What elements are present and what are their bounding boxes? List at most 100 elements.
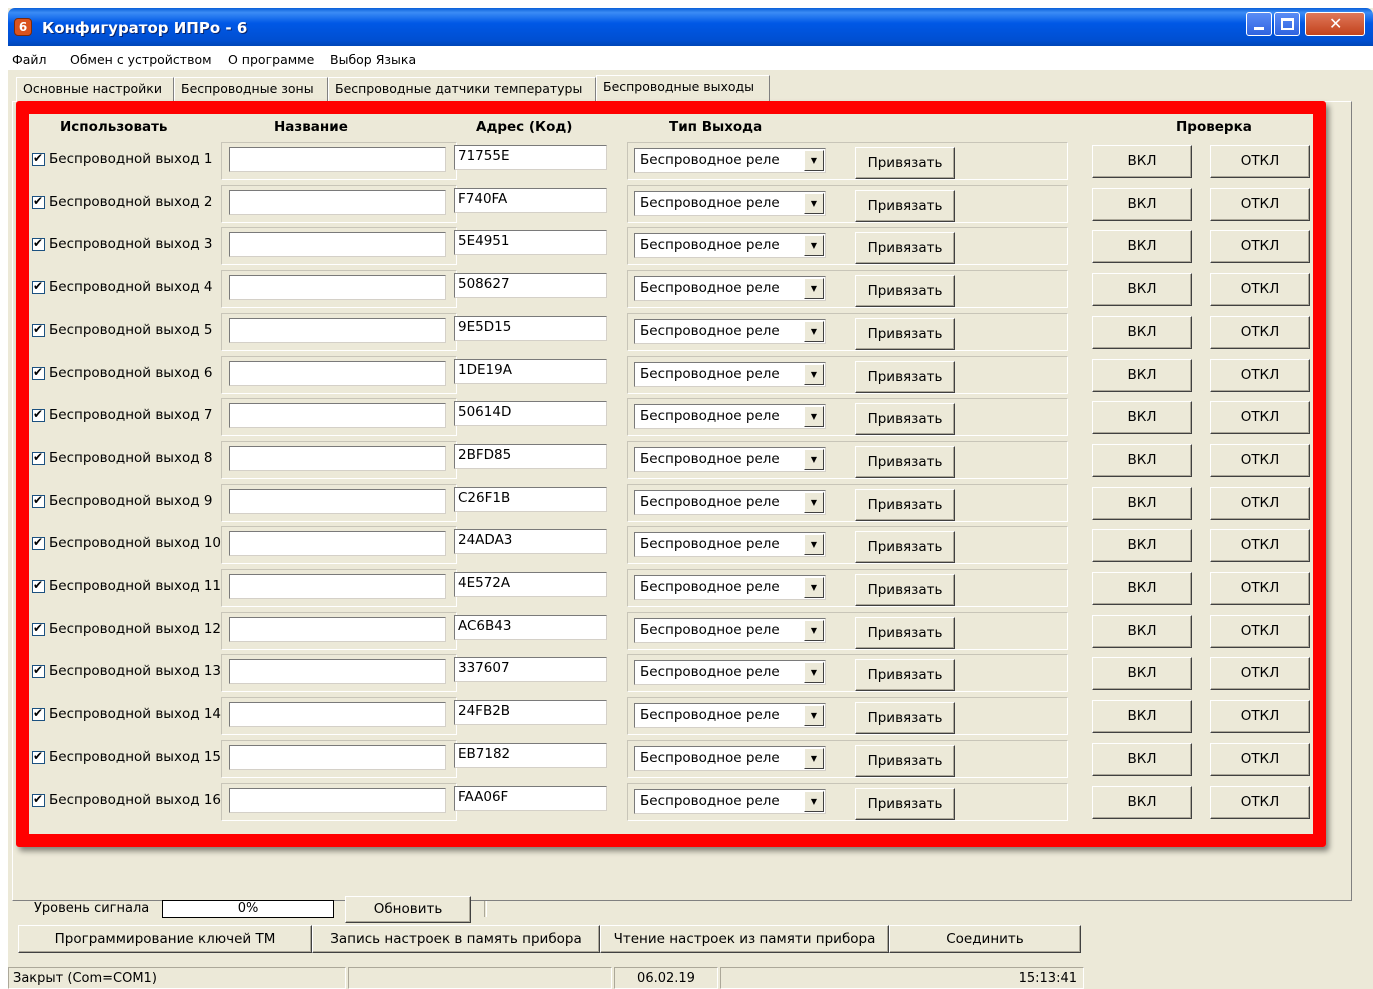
- use-checkbox[interactable]: [32, 663, 45, 678]
- test-off-button[interactable]: ОТКЛ: [1210, 700, 1310, 733]
- output-type-select[interactable]: Беспроводное реле ▼: [634, 404, 826, 429]
- bind-button[interactable]: Привязать: [855, 574, 955, 606]
- test-on-button[interactable]: ВКЛ: [1092, 273, 1192, 306]
- bind-button[interactable]: Привязать: [855, 275, 955, 307]
- dropdown-arrow-icon[interactable]: ▼: [804, 662, 824, 683]
- bind-button[interactable]: Привязать: [855, 788, 955, 820]
- address-input[interactable]: EB7182: [454, 743, 607, 768]
- output-type-select[interactable]: Беспроводное реле ▼: [634, 746, 826, 771]
- use-checkbox[interactable]: [32, 578, 45, 593]
- test-off-button[interactable]: ОТКЛ: [1210, 359, 1310, 392]
- test-off-button[interactable]: ОТКЛ: [1210, 444, 1310, 477]
- output-type-select[interactable]: Беспроводное реле ▼: [634, 276, 826, 301]
- test-off-button[interactable]: ОТКЛ: [1210, 188, 1310, 221]
- test-off-button[interactable]: ОТКЛ: [1210, 401, 1310, 434]
- name-input[interactable]: [229, 232, 446, 257]
- dropdown-arrow-icon[interactable]: ▼: [804, 705, 824, 726]
- output-type-select[interactable]: Беспроводное реле ▼: [634, 490, 826, 515]
- test-off-button[interactable]: ОТКЛ: [1210, 572, 1310, 605]
- test-off-button[interactable]: ОТКЛ: [1210, 230, 1310, 263]
- bind-button[interactable]: Привязать: [855, 446, 955, 478]
- use-checkbox[interactable]: [32, 535, 45, 550]
- output-type-select[interactable]: Беспроводное реле ▼: [634, 660, 826, 685]
- address-input[interactable]: 24FB2B: [454, 700, 607, 725]
- dropdown-arrow-icon[interactable]: ▼: [804, 620, 824, 641]
- tab-main-settings[interactable]: Основные настройки: [16, 77, 174, 101]
- name-input[interactable]: [229, 617, 446, 642]
- output-type-select[interactable]: Беспроводное реле ▼: [634, 191, 826, 216]
- address-input[interactable]: AC6B43: [454, 615, 607, 640]
- dropdown-arrow-icon[interactable]: ▼: [804, 364, 824, 385]
- dropdown-arrow-icon[interactable]: ▼: [804, 534, 824, 555]
- dropdown-arrow-icon[interactable]: ▼: [804, 150, 824, 171]
- name-input[interactable]: [229, 190, 446, 215]
- name-input[interactable]: [229, 745, 446, 770]
- use-checkbox[interactable]: [32, 151, 45, 166]
- output-type-select[interactable]: Беспроводное реле ▼: [634, 575, 826, 600]
- output-type-select[interactable]: Беспроводное реле ▼: [634, 618, 826, 643]
- use-checkbox[interactable]: [32, 365, 45, 380]
- use-checkbox[interactable]: [32, 493, 45, 508]
- output-type-select[interactable]: Беспроводное реле ▼: [634, 789, 826, 814]
- bind-button[interactable]: Привязать: [855, 361, 955, 393]
- test-on-button[interactable]: ВКЛ: [1092, 572, 1192, 605]
- output-type-select[interactable]: Беспроводное реле ▼: [634, 703, 826, 728]
- bind-button[interactable]: Привязать: [855, 617, 955, 649]
- dropdown-arrow-icon[interactable]: ▼: [804, 278, 824, 299]
- test-off-button[interactable]: ОТКЛ: [1210, 743, 1310, 776]
- test-on-button[interactable]: ВКЛ: [1092, 615, 1192, 648]
- address-input[interactable]: 71755E: [454, 145, 607, 170]
- name-input[interactable]: [229, 318, 446, 343]
- dropdown-arrow-icon[interactable]: ▼: [804, 193, 824, 214]
- bind-button[interactable]: Привязать: [855, 232, 955, 264]
- bind-button[interactable]: Привязать: [855, 659, 955, 691]
- use-checkbox[interactable]: [32, 279, 45, 294]
- address-input[interactable]: 337607: [454, 657, 607, 682]
- test-on-button[interactable]: ВКЛ: [1092, 230, 1192, 263]
- bind-button[interactable]: Привязать: [855, 318, 955, 350]
- output-type-select[interactable]: Беспроводное реле ▼: [634, 447, 826, 472]
- use-checkbox[interactable]: [32, 749, 45, 764]
- name-input[interactable]: [229, 788, 446, 813]
- name-input[interactable]: [229, 147, 446, 172]
- bind-button[interactable]: Привязать: [855, 745, 955, 777]
- test-on-button[interactable]: ВКЛ: [1092, 444, 1192, 477]
- close-button[interactable]: ✕: [1305, 12, 1365, 36]
- test-off-button[interactable]: ОТКЛ: [1210, 273, 1310, 306]
- write-settings-button[interactable]: Запись настроек в память прибора: [312, 925, 600, 953]
- menu-about[interactable]: О программе: [228, 52, 314, 67]
- address-input[interactable]: 1DE19A: [454, 359, 607, 384]
- address-input[interactable]: 24ADA3: [454, 529, 607, 554]
- name-input[interactable]: [229, 574, 446, 599]
- use-checkbox[interactable]: [32, 194, 45, 209]
- bind-button[interactable]: Привязать: [855, 147, 955, 179]
- bind-button[interactable]: Привязать: [855, 531, 955, 563]
- test-off-button[interactable]: ОТКЛ: [1210, 529, 1310, 562]
- dropdown-arrow-icon[interactable]: ▼: [804, 791, 824, 812]
- address-input[interactable]: 9E5D15: [454, 316, 607, 341]
- connect-button[interactable]: Соединить: [889, 925, 1081, 953]
- maximize-button[interactable]: [1274, 12, 1300, 36]
- tab-wireless-outputs[interactable]: Беспроводные выходы: [596, 75, 770, 102]
- bind-button[interactable]: Привязать: [855, 190, 955, 222]
- title-bar[interactable]: 6 Конфигуратор ИПРо - 6 ✕: [8, 8, 1373, 46]
- program-keys-button[interactable]: Программирование ключей ТМ: [18, 925, 312, 953]
- use-checkbox[interactable]: [32, 450, 45, 465]
- name-input[interactable]: [229, 403, 446, 428]
- menu-device-exchange[interactable]: Обмен с устройством: [70, 52, 212, 67]
- test-on-button[interactable]: ВКЛ: [1092, 657, 1192, 690]
- test-on-button[interactable]: ВКЛ: [1092, 401, 1192, 434]
- test-off-button[interactable]: ОТКЛ: [1210, 316, 1310, 349]
- use-checkbox[interactable]: [32, 621, 45, 636]
- test-on-button[interactable]: ВКЛ: [1092, 145, 1192, 178]
- address-input[interactable]: 5E4951: [454, 230, 607, 255]
- menu-file[interactable]: Файл: [12, 52, 47, 67]
- name-input[interactable]: [229, 659, 446, 684]
- name-input[interactable]: [229, 702, 446, 727]
- minimize-button[interactable]: [1246, 12, 1272, 36]
- name-input[interactable]: [229, 361, 446, 386]
- use-checkbox[interactable]: [32, 407, 45, 422]
- dropdown-arrow-icon[interactable]: ▼: [804, 321, 824, 342]
- test-on-button[interactable]: ВКЛ: [1092, 529, 1192, 562]
- test-on-button[interactable]: ВКЛ: [1092, 316, 1192, 349]
